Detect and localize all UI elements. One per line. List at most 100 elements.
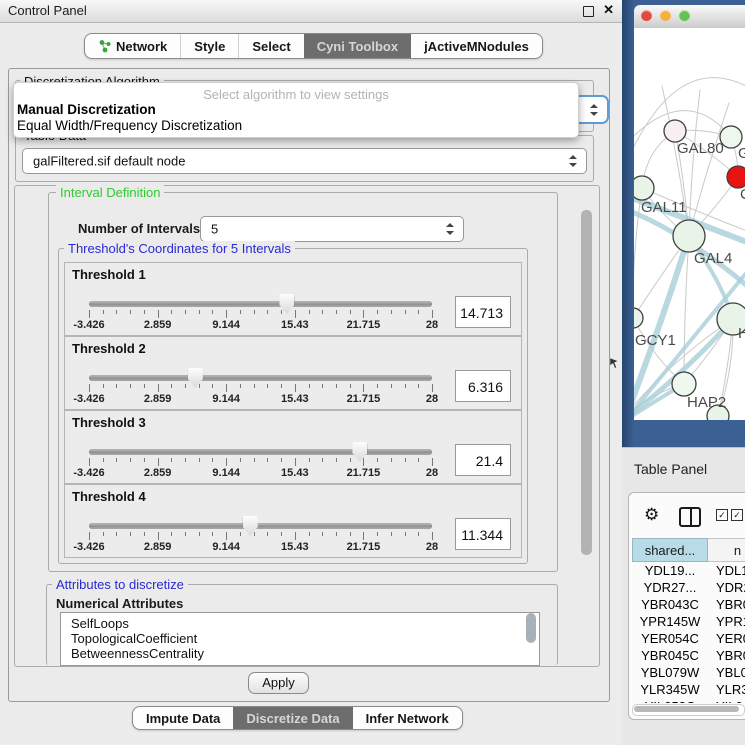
horizontal-scrollbar-thumb[interactable] [634, 706, 739, 712]
table-row[interactable]: YIL052CYIL0 [632, 698, 745, 703]
threshold-value-field[interactable]: 6.316 [455, 370, 511, 402]
attributes-list-scrollbar[interactable] [526, 613, 536, 643]
threshold-value-field[interactable]: 11.344 [455, 518, 511, 550]
tick-mark [418, 384, 419, 388]
close-traffic-light[interactable] [641, 10, 652, 21]
tick-mark [281, 458, 282, 462]
split-view-icon[interactable] [679, 507, 701, 527]
slider-track[interactable] [89, 301, 432, 307]
tick-mark [377, 532, 378, 536]
tab-style[interactable]: Style [180, 34, 238, 58]
tab-network[interactable]: Network [85, 34, 180, 58]
tick-mark [309, 384, 310, 388]
tick-mark [185, 458, 186, 462]
combo-stepper-icon[interactable] [446, 223, 454, 235]
table-row[interactable]: YPR145WYPR1 [632, 613, 745, 630]
tick-mark [377, 458, 378, 462]
network-node-GCY1[interactable] [634, 308, 643, 328]
table-row[interactable]: YLR345WYLR3 [632, 681, 745, 698]
tick-mark [432, 384, 433, 392]
table-row[interactable]: YBL079WYBL0 [632, 664, 745, 681]
network-graph-icon [98, 39, 111, 53]
table-row[interactable]: YBR043CYBR0 [632, 596, 745, 613]
tab-discretize-data[interactable]: Discretize Data [233, 707, 352, 729]
tick-mark [295, 310, 296, 318]
tab-jactivemnodules[interactable]: jActiveMNodules [411, 34, 542, 58]
float-window-icon[interactable] [583, 6, 594, 17]
table-row[interactable]: YDR27...YDR2 [632, 579, 745, 596]
node-label: C [740, 186, 745, 203]
tab-impute-data[interactable]: Impute Data [133, 707, 233, 729]
dropdown-option[interactable]: Manual Discretization [17, 102, 156, 117]
checkbox-icon[interactable]: ✓ [731, 509, 743, 521]
mouse-cursor [610, 358, 620, 370]
tick-mark [185, 384, 186, 388]
tab-infer-network[interactable]: Infer Network [353, 707, 462, 729]
table-row[interactable]: YDL19...YDL1 [632, 562, 745, 579]
slider-thumb[interactable] [243, 516, 258, 536]
tick-mark [363, 458, 364, 466]
vertical-scrollbar[interactable] [581, 210, 592, 555]
apply-button[interactable]: Apply [248, 672, 309, 694]
tick-mark [89, 458, 90, 466]
tab-label: Select [252, 39, 290, 54]
list-item[interactable]: TopologicalCoefficient [61, 631, 539, 646]
tick-label: 9.144 [204, 541, 248, 553]
horizontal-scrollbar[interactable] [632, 704, 745, 716]
tick-mark [281, 532, 282, 536]
checkbox-icon[interactable]: ✓ [716, 509, 728, 521]
tab-cyni-toolbox[interactable]: Cyni Toolbox [304, 34, 411, 58]
table-panel-title: Table Panel [634, 461, 707, 477]
network-window-titlebar[interactable] [634, 5, 745, 29]
combo-stepper-icon[interactable] [569, 155, 577, 167]
column-header-shared-name[interactable]: shared... [632, 538, 708, 562]
list-item[interactable]: SelfLoops [61, 616, 539, 631]
tick-mark [144, 384, 145, 388]
network-node-selected-red-node[interactable] [727, 166, 745, 188]
tick-mark [199, 310, 200, 314]
tick-mark [418, 532, 419, 536]
close-icon[interactable]: ✕ [603, 2, 614, 18]
slider-thumb[interactable] [352, 442, 367, 462]
network-node-HAP2[interactable] [672, 372, 696, 396]
dropdown-option[interactable]: Equal Width/Frequency Discretization [17, 118, 242, 133]
cell-shared-name: YPR145W [632, 613, 708, 630]
zoom-traffic-light[interactable] [679, 10, 690, 21]
slider-track[interactable] [89, 375, 432, 381]
tick-mark [103, 310, 104, 314]
network-node-GAL4[interactable] [673, 220, 705, 252]
tab-label: jActiveMNodules [424, 39, 529, 54]
table-row[interactable]: YER054CYER0 [632, 630, 745, 647]
table-rows: YDL19...YDL1YDR27...YDR2YBR043CYBR0YPR14… [632, 562, 745, 703]
table-data-combo-value: galFiltered.sif default node [33, 154, 185, 169]
tick-mark [185, 532, 186, 536]
tick-mark [130, 310, 131, 314]
slider-thumb[interactable] [188, 368, 203, 388]
minimize-traffic-light[interactable] [660, 10, 671, 21]
gear-icon[interactable]: ⚙ [644, 505, 659, 525]
numerical-attributes-list[interactable]: SelfLoopsTopologicalCoefficientBetweenne… [60, 612, 540, 666]
number-of-intervals-combo[interactable]: 5 [200, 216, 464, 242]
node-label: HAP2 [687, 394, 726, 411]
tick-label: 28 [410, 393, 454, 405]
network-canvas[interactable]: GAL80G.CGAL11GAL4GCY1HHAP2 [634, 28, 745, 420]
threshold-value-field[interactable]: 21.4 [455, 444, 511, 476]
table-row[interactable]: YBR045CYBR0 [632, 647, 745, 664]
tick-mark [226, 532, 227, 540]
tick-mark [391, 458, 392, 462]
slider-track[interactable] [89, 449, 432, 455]
combo-stepper-icon[interactable] [590, 104, 598, 116]
threshold-value-field[interactable]: 14.713 [455, 296, 511, 328]
column-header-name[interactable]: n [708, 538, 745, 562]
table-data-combo[interactable]: galFiltered.sif default node [22, 148, 587, 174]
network-node-GAL80[interactable] [664, 120, 686, 142]
network-node-GAL11[interactable] [634, 176, 654, 200]
slider-track[interactable] [89, 523, 432, 529]
tick-mark [363, 384, 364, 392]
tick-mark [144, 532, 145, 536]
tick-label: -3.426 [67, 319, 111, 331]
tick-mark [212, 532, 213, 536]
list-item[interactable]: BetweennessCentrality [61, 646, 539, 661]
tab-select[interactable]: Select [238, 34, 303, 58]
tab-label: Infer Network [366, 711, 449, 726]
